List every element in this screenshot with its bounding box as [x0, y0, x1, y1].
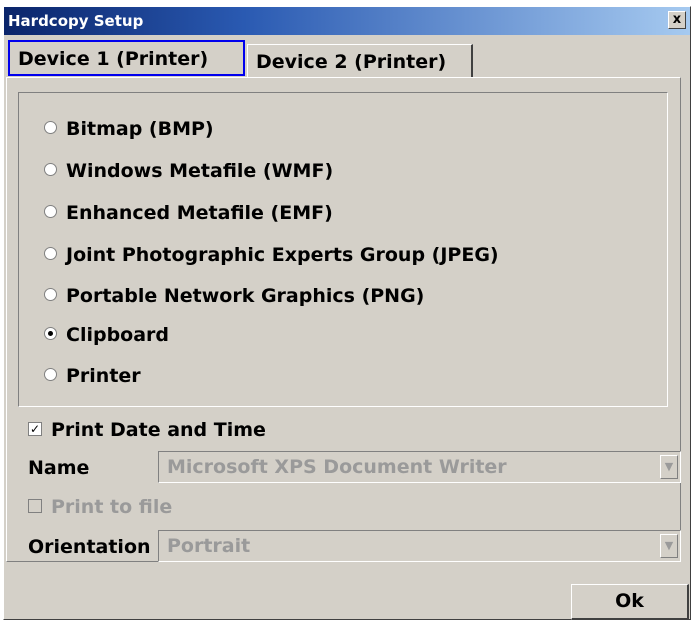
- name-label: Name: [28, 457, 90, 479]
- ok-button[interactable]: Ok: [571, 584, 689, 620]
- radio-emf[interactable]: Enhanced Metafile (EMF): [44, 198, 333, 228]
- radio-label: Printer: [66, 365, 141, 387]
- tab-label: Device 2 (Printer): [256, 51, 447, 73]
- radio-label: Enhanced Metafile (EMF): [66, 202, 333, 224]
- name-combobox[interactable]: Microsoft XPS Document Writer ▼: [158, 451, 681, 483]
- chevron-down-icon[interactable]: ▼: [660, 534, 678, 558]
- tab-device-1[interactable]: Device 1 (Printer): [8, 40, 245, 76]
- orientation-value: Portrait: [167, 535, 251, 557]
- radio-indicator-selected[interactable]: [44, 327, 57, 340]
- checkbox-label: Print to file: [51, 496, 173, 518]
- tab-label: Device 1 (Printer): [18, 48, 209, 70]
- print-date-time-checkbox-row[interactable]: ✓ Print Date and Time: [28, 415, 266, 445]
- checkmark-icon[interactable]: ✓: [28, 421, 42, 436]
- orientation-label: Orientation: [28, 536, 151, 558]
- chevron-down-icon[interactable]: ▼: [660, 455, 678, 479]
- radio-printer[interactable]: Printer: [44, 361, 141, 391]
- radio-label: Windows Metafile (WMF): [66, 160, 334, 182]
- checkbox-box[interactable]: [28, 498, 42, 513]
- print-to-file-checkbox-row[interactable]: Print to file: [28, 492, 172, 522]
- close-icon: x: [672, 12, 682, 27]
- radio-wmf[interactable]: Windows Metafile (WMF): [44, 156, 333, 186]
- radio-clipboard[interactable]: Clipboard: [44, 320, 169, 350]
- tab-device-2[interactable]: Device 2 (Printer): [247, 44, 473, 78]
- radio-png[interactable]: Portable Network Graphics (PNG): [44, 281, 424, 311]
- ok-label: Ok: [615, 590, 644, 612]
- dialog-title: Hardcopy Setup: [8, 12, 144, 30]
- name-value: Microsoft XPS Document Writer: [167, 456, 507, 478]
- radio-label: Joint Photographic Experts Group (JPEG): [66, 244, 499, 266]
- radio-label: Bitmap (BMP): [66, 118, 214, 140]
- radio-indicator[interactable]: [44, 247, 57, 260]
- radio-indicator[interactable]: [44, 368, 57, 381]
- orientation-combobox[interactable]: Portrait ▼: [158, 530, 681, 562]
- radio-indicator[interactable]: [44, 288, 57, 301]
- radio-indicator[interactable]: [44, 121, 57, 134]
- radio-label: Portable Network Graphics (PNG): [66, 285, 425, 307]
- checkbox-label: Print Date and Time: [51, 419, 266, 441]
- close-button[interactable]: x: [668, 11, 686, 29]
- radio-indicator[interactable]: [44, 163, 57, 176]
- title-bar[interactable]: Hardcopy Setup x: [4, 7, 690, 35]
- radio-indicator[interactable]: [44, 205, 57, 218]
- radio-label: Clipboard: [66, 324, 170, 346]
- radio-jpeg[interactable]: Joint Photographic Experts Group (JPEG): [44, 240, 499, 270]
- radio-bmp[interactable]: Bitmap (BMP): [44, 114, 214, 144]
